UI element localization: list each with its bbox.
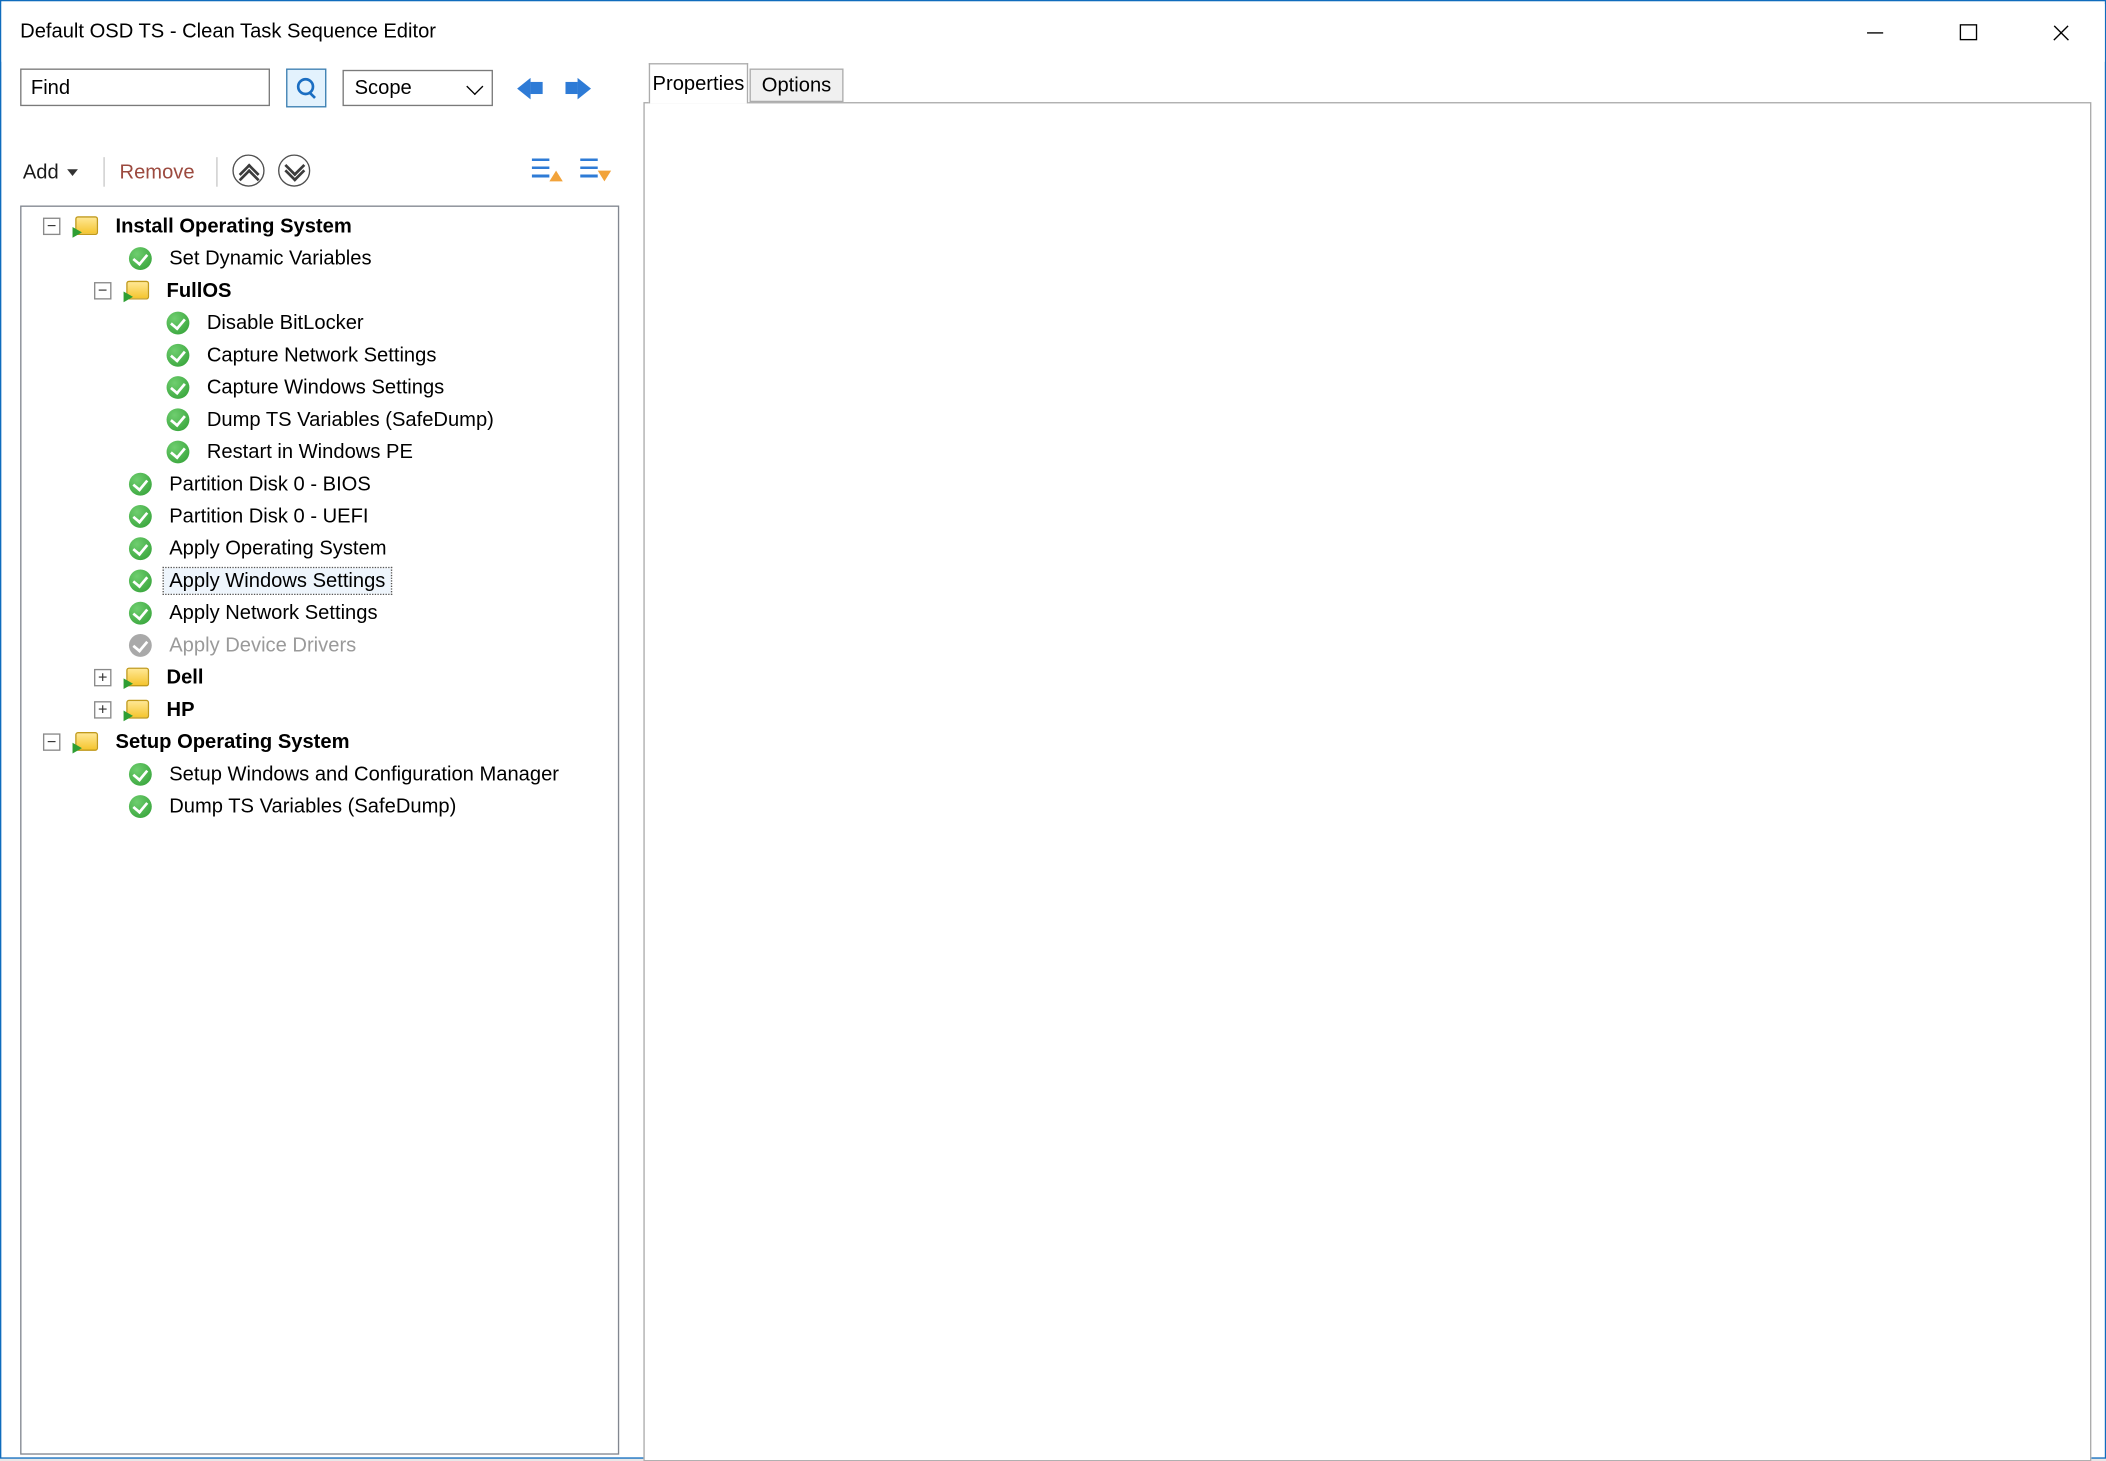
search-icon [296,78,316,98]
tree-item-set-dynamic-variables[interactable]: Set Dynamic Variables [21,242,619,274]
task-sequence-editor-window: Default OSD TS - Clean Task Sequence Edi… [0,0,2106,1459]
tree-item-apply-network-settings[interactable]: Apply Network Settings [21,596,619,628]
add-button[interactable]: Add [23,154,78,189]
expand-all-button[interactable] [579,154,611,184]
maximize-icon [1959,24,1976,40]
tree-item-apply-device-drivers[interactable]: Apply Device Drivers [21,629,619,661]
step-check-icon [167,311,190,334]
step-check-icon [129,795,152,818]
properties-panel [643,102,2091,1461]
remove-button[interactable]: Remove [120,154,195,189]
tab-properties[interactable]: Properties [649,63,748,103]
find-previous-button[interactable] [509,69,551,108]
tree-item-install-operating-system[interactable]: Install Operating System [21,210,619,242]
chevron-down-icon [466,78,483,95]
close-icon [2052,24,2069,41]
find-input-text: Find [31,76,70,99]
group-icon [126,668,149,687]
expand-expander-icon[interactable] [94,700,111,717]
tree-item-hp[interactable]: HP [21,693,619,725]
step-check-icon [167,343,190,366]
find-next-button[interactable] [557,69,599,108]
tree-item-apply-operating-system[interactable]: Apply Operating System [21,532,619,564]
toolbar-separator [103,157,104,187]
close-button[interactable] [2030,4,2092,60]
title-bar: Default OSD TS - Clean Task Sequence Edi… [1,1,2104,61]
step-check-icon [129,246,152,269]
minimize-icon [1867,32,1883,33]
step-check-icon [129,472,152,495]
forward-arrow-icon [565,77,591,98]
remove-button-label: Remove [120,161,195,184]
maximize-button[interactable] [1937,4,1999,60]
group-icon [75,732,98,751]
tree-item-disable-bitlocker[interactable]: Disable BitLocker [21,306,619,338]
collapse-expander-icon[interactable] [94,281,111,298]
step-check-icon [129,504,152,527]
tree-item-partition-disk-0-bios[interactable]: Partition Disk 0 - BIOS [21,467,619,499]
chevron-down-icon [67,169,78,176]
tree-item-dell[interactable]: Dell [21,661,619,693]
tree-item-dump-ts-variables[interactable]: Dump TS Variables (SafeDump) [21,403,619,435]
step-check-icon [167,375,190,398]
step-check-icon [129,569,152,592]
group-icon [126,281,149,300]
move-up-button[interactable] [232,154,264,186]
tree-item-capture-network-settings[interactable]: Capture Network Settings [21,338,619,370]
scope-dropdown[interactable]: Scope [343,70,493,106]
group-icon [75,216,98,235]
back-arrow-icon [517,77,543,98]
tree-item-setup-windows-and-configmgr[interactable]: Setup Windows and Configuration Manager [21,758,619,790]
tree-item-restart-in-windows-pe[interactable]: Restart in Windows PE [21,435,619,467]
step-check-icon [167,440,190,463]
collapse-expander-icon[interactable] [43,733,60,750]
search-button[interactable] [286,69,326,108]
find-input[interactable]: Find [20,69,270,107]
move-down-button[interactable] [278,154,310,186]
tree-item-capture-windows-settings[interactable]: Capture Windows Settings [21,371,619,403]
step-check-icon [167,408,190,431]
step-check-disabled-icon [129,633,152,656]
expand-expander-icon[interactable] [94,668,111,685]
tree-item-partition-disk-0-uefi[interactable]: Partition Disk 0 - UEFI [21,500,619,532]
window-title: Default OSD TS - Clean Task Sequence Edi… [20,1,436,61]
tree-item-dump-ts-variables-2[interactable]: Dump TS Variables (SafeDump) [21,790,619,822]
tree-item-apply-windows-settings-selected[interactable]: Apply Windows Settings [21,564,619,596]
scope-dropdown-value: Scope [355,77,412,100]
collapse-all-button[interactable] [531,154,563,184]
tree-item-setup-operating-system[interactable]: Setup Operating System [21,725,619,757]
toolbar-separator [216,157,217,187]
minimize-button[interactable] [1844,4,1906,60]
task-sequence-tree: Install Operating System Set Dynamic Var… [20,206,619,1455]
tree-item-fullos[interactable]: FullOS [21,274,619,306]
step-check-icon [129,537,152,560]
add-button-label: Add [23,161,59,184]
collapse-expander-icon[interactable] [43,217,60,234]
tab-options[interactable]: Options [750,69,844,103]
step-check-icon [129,762,152,785]
group-icon [126,700,149,719]
step-check-icon [129,601,152,624]
